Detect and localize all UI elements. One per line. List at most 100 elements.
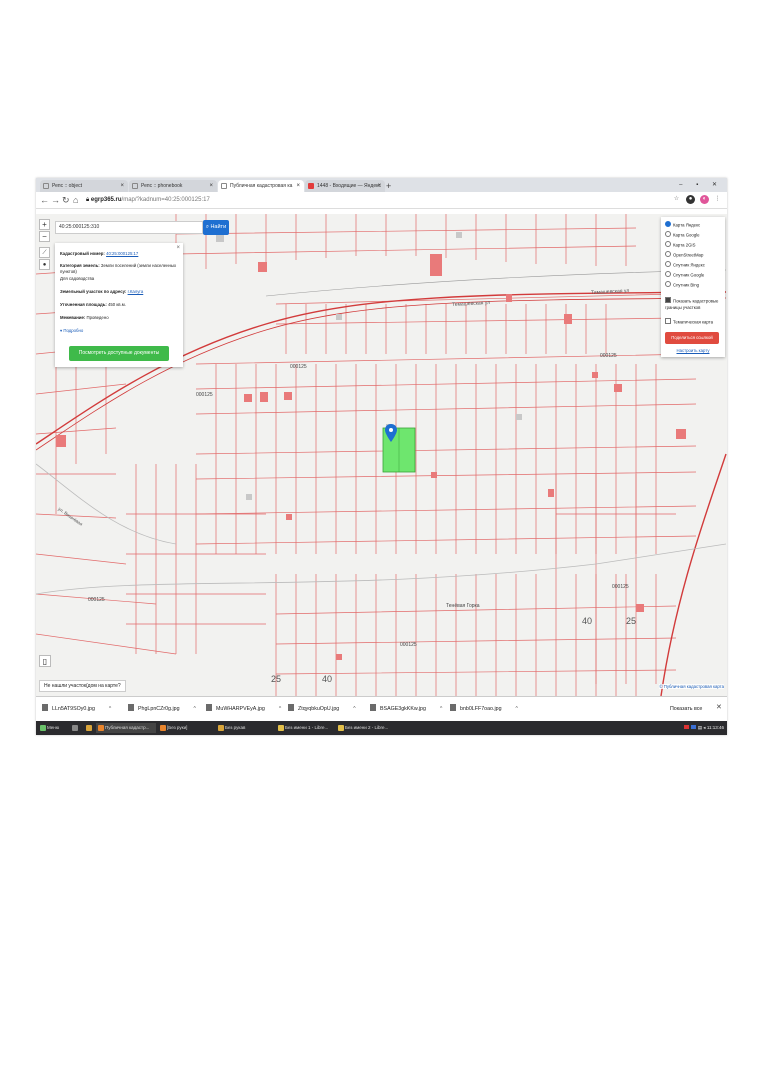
chevron-up-icon[interactable]: ^ [194, 706, 196, 712]
download-filename: MuWHARPVEyA.jpg [216, 706, 265, 712]
clock[interactable]: 11:13:46 [707, 725, 724, 730]
survey-value: Проведено [86, 315, 109, 320]
new-tab-button[interactable]: + [386, 180, 391, 192]
layer-option[interactable]: Спутник Bing [665, 281, 699, 288]
page-icon [221, 183, 227, 189]
layer-option[interactable]: Карта Яндекс [665, 221, 700, 228]
download-filename: bnb0LFF7oao.jpg [460, 706, 502, 712]
taskbar-label: Меню [47, 725, 60, 730]
chevron-up-icon[interactable]: ^ [109, 706, 111, 712]
download-item[interactable]: bnb0LFF7oao.jpg ^ [450, 704, 518, 714]
taskbar-item[interactable]: Публичная кадастр... [96, 723, 156, 733]
show-all-downloads-button[interactable]: Показать все [670, 704, 702, 714]
start-menu-button[interactable]: Меню [38, 723, 59, 733]
url-field[interactable]: 🔒︎ egrp365.ru/map/?kadnum=40:25:000125:1… [86, 195, 210, 205]
back-icon[interactable]: ← [40, 194, 49, 206]
radio-icon [665, 221, 671, 227]
view-documents-button[interactable]: Посмотреть доступные документы [69, 346, 169, 361]
keyboard-icon[interactable] [690, 725, 696, 729]
address-link[interactable]: г.Калуга [128, 289, 144, 294]
window-controls[interactable]: – ▪ ✕ [679, 180, 723, 190]
configure-map-link[interactable]: Настроить карту [661, 348, 725, 353]
survey-label: Межевание: [60, 315, 86, 320]
download-item[interactable]: BSAGE3gkKKw.jpg ^ [370, 704, 442, 714]
download-filename: LLn5AT9SOy0.jpg [52, 706, 95, 712]
file-manager-icon[interactable] [84, 723, 96, 733]
search-input[interactable]: 40:25:000125:310 [55, 221, 203, 234]
address-label: Земельный участок по адресу: [60, 289, 127, 294]
radio-icon [665, 251, 671, 257]
download-item[interactable]: LLn5AT9SOy0.jpg ^ [42, 704, 111, 714]
close-icon[interactable]: × [120, 180, 124, 192]
home-icon[interactable]: ⌂ [73, 194, 78, 206]
ruler-icon[interactable]: ⟋ [39, 247, 50, 258]
download-filename: ZtqyqbkuOpU.jpg [298, 706, 340, 712]
quarter-label: 000125 [600, 353, 617, 359]
close-icon[interactable]: ✕ [716, 703, 722, 713]
not-found-link[interactable]: Не нашли участок(дом на карте? [39, 680, 126, 692]
download-item[interactable]: MuWHARPVEyA.jpg ^ [206, 704, 281, 714]
download-item[interactable]: ZtqyqbkuOpU.jpg ^ [288, 704, 356, 714]
boundaries-checkbox[interactable]: Показать кадастровые границы участков [665, 297, 723, 310]
tab-mail[interactable]: 1448 - Входящие — Яндекс × [305, 180, 385, 192]
taskbar-item[interactable]: Без рукав [216, 723, 276, 733]
layer-option[interactable]: Карта 2GIS [665, 241, 695, 248]
map-attribution[interactable]: © Публичная кадастровая карта [659, 684, 724, 689]
close-icon[interactable]: × [296, 180, 300, 192]
reload-icon[interactable]: ↻ [62, 194, 70, 206]
tab-object[interactable]: Репс :: object × [40, 180, 128, 192]
category-label: Категория земель: [60, 263, 100, 268]
menu-icon[interactable]: ⋮ [713, 195, 722, 204]
zone-label: 40 [582, 616, 593, 626]
tab-phonebook[interactable]: Репс :: phonebook × [129, 180, 217, 192]
star-icon[interactable]: ☆ [672, 195, 681, 204]
thematic-checkbox[interactable]: Тематическая карта [665, 318, 713, 325]
search-button[interactable]: ⌕ Найти [203, 220, 229, 235]
extension-icon[interactable]: ● [686, 195, 695, 204]
chevron-up-icon[interactable]: ^ [279, 706, 281, 712]
chevron-up-icon[interactable]: ^ [516, 706, 518, 712]
taskbar-item[interactable]: Без имени 1 - Libre... [276, 723, 336, 733]
tab-cadastral-map[interactable]: Публичная кадастровая ка × [218, 180, 304, 192]
close-icon[interactable]: × [209, 180, 213, 192]
quarter-label: 000125 [290, 364, 307, 370]
taskbar-label: [Без руки] [167, 725, 188, 730]
book-icon[interactable]: ▯ [39, 655, 51, 667]
layer-option[interactable]: OpenStreetMap [665, 251, 703, 258]
layer-option[interactable]: Спутник Google [665, 271, 704, 278]
chevron-up-icon[interactable]: ^ [440, 706, 442, 712]
avatar[interactable]: ◐ [700, 195, 709, 204]
mail-icon [308, 183, 314, 189]
layer-option[interactable]: Карта Google [665, 231, 700, 238]
folder-icon [86, 725, 92, 731]
zoom-out-button[interactable]: − [39, 231, 50, 242]
zoom-in-button[interactable]: + [39, 219, 50, 230]
close-icon[interactable]: × [377, 180, 381, 192]
close-icon[interactable]: × [176, 245, 180, 251]
cadastral-map[interactable]: Темашевская ул Тимашевская ул ул. Вишнёв… [36, 214, 727, 696]
share-link-button[interactable]: Поделиться ссылкой [665, 332, 719, 344]
taskbar-label: Без имени 2 - Libre... [345, 725, 389, 730]
taskbar-item[interactable]: Без имени 2 - Libre... [336, 723, 396, 733]
more-details-link[interactable]: ▾ Подробно [60, 328, 177, 334]
cadastral-link[interactable]: 40:25:000125:17 [106, 251, 138, 256]
checkbox-icon [665, 297, 671, 303]
tab-label: Репс :: object [52, 183, 83, 189]
layer-label: Спутник Bing [673, 282, 699, 288]
download-item[interactable]: PhgLpnCZr0g.jpg ^ [128, 704, 196, 714]
layer-label: Спутник Яндекс [673, 262, 705, 268]
layer-label: Спутник Google [673, 272, 705, 278]
person-icon[interactable]: ● [39, 259, 50, 270]
layer-option[interactable]: Спутник Яндекс [665, 261, 705, 268]
show-desktop-icon[interactable] [70, 723, 82, 733]
layer-label: Карта 2GIS [673, 242, 696, 248]
chevron-up-icon[interactable]: ^ [353, 706, 355, 712]
image-file-icon [42, 704, 48, 711]
taskbar-item[interactable]: [Без руки] [158, 723, 218, 733]
browser-screenshot: Репс :: object × Репс :: phonebook × Пуб… [36, 178, 727, 735]
forward-icon[interactable]: → [51, 194, 60, 206]
checkbox-label: Тематическая карта [673, 319, 714, 325]
page-icon [43, 183, 49, 189]
quarter-label: 000125 [612, 584, 629, 590]
layer-label: OpenStreetMap [673, 252, 704, 258]
